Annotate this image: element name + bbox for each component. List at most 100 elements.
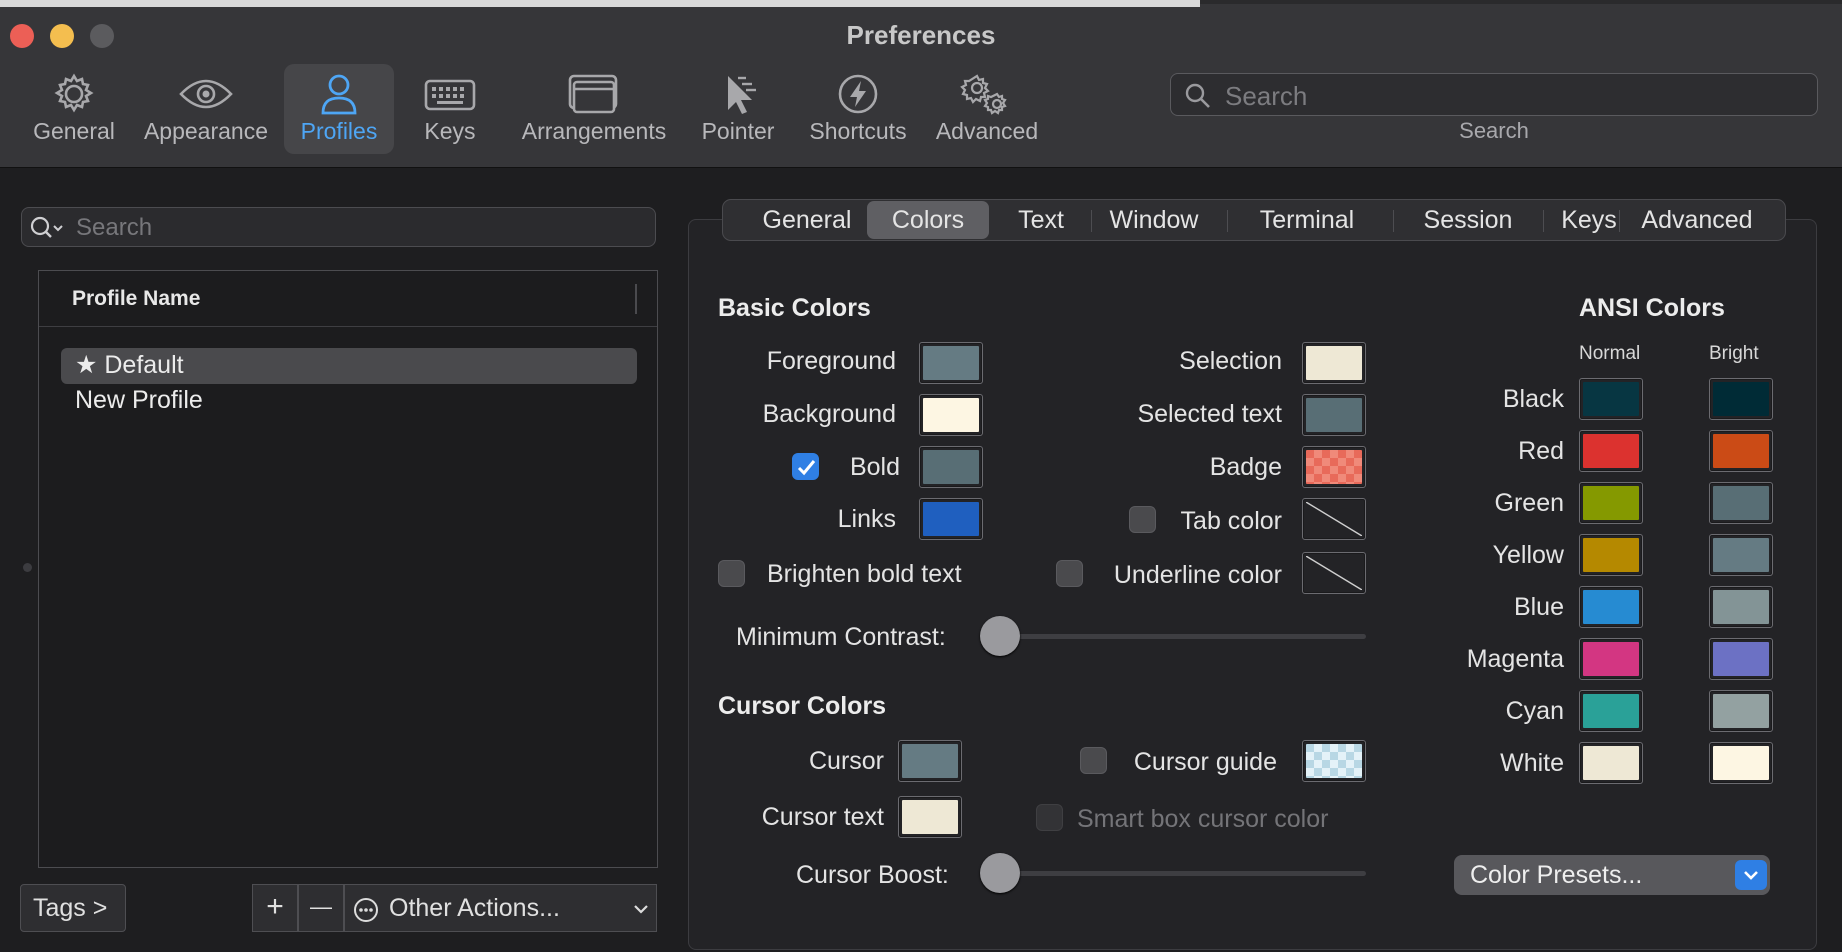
profile-search-input[interactable]: Search xyxy=(21,207,656,247)
ellipsis-circle-icon xyxy=(354,898,378,922)
swatch xyxy=(923,450,979,484)
column-divider[interactable] xyxy=(635,284,637,314)
tab-divider xyxy=(1543,210,1544,232)
tab-session[interactable]: Session xyxy=(1395,200,1541,240)
toolbar-advanced[interactable]: Advanced xyxy=(932,64,1042,154)
brighten-bold-checkbox[interactable] xyxy=(718,560,745,587)
selected-text-color-well[interactable] xyxy=(1302,394,1366,436)
badge-label: Badge xyxy=(1209,453,1282,481)
links-color-well[interactable] xyxy=(919,498,983,540)
toolbar-arrangements[interactable]: Arrangements xyxy=(516,64,672,154)
minimum-contrast-label: Minimum Contrast: xyxy=(736,623,946,651)
smart-box-cursor-label: Smart box cursor color xyxy=(1077,805,1329,833)
tab-text[interactable]: Text xyxy=(993,200,1089,240)
swatch xyxy=(1583,538,1639,572)
tab-color-well[interactable] xyxy=(1302,498,1366,540)
profile-row-default[interactable]: ★ Default xyxy=(75,350,184,380)
table-header: Profile Name xyxy=(39,271,657,327)
profile-row-new-profile[interactable]: New Profile xyxy=(75,386,203,415)
toolbar-pointer[interactable]: Pointer xyxy=(692,64,784,154)
popup-arrow xyxy=(1735,860,1767,890)
tab-divider xyxy=(1619,210,1620,232)
swatch xyxy=(1306,398,1362,432)
ansi-blue-normal-well[interactable] xyxy=(1579,586,1643,628)
gears-icon xyxy=(960,74,1007,115)
bold-label: Bold xyxy=(849,453,900,481)
toolbar-shortcuts[interactable]: Shortcuts xyxy=(804,64,912,154)
tab-color-checkbox[interactable] xyxy=(1129,506,1156,533)
toolbar-label: General xyxy=(33,118,115,144)
ansi-red-normal-well[interactable] xyxy=(1579,430,1643,472)
cursor-guide-checkbox[interactable] xyxy=(1080,747,1107,774)
ansi-green-bright-well[interactable] xyxy=(1709,482,1773,524)
cursor-label: Cursor xyxy=(808,747,884,775)
swatch xyxy=(1583,694,1639,728)
ansi-white-bright-well[interactable] xyxy=(1709,742,1773,784)
toolbar-label: Profiles xyxy=(300,118,378,144)
foreground-color-well[interactable] xyxy=(919,342,983,384)
swatch xyxy=(1713,590,1769,624)
tab-divider xyxy=(1091,210,1092,232)
swatch xyxy=(1713,642,1769,676)
search-icon xyxy=(30,216,63,238)
remove-profile-button[interactable]: — xyxy=(298,884,344,932)
underline-color-label: Underline color xyxy=(1113,561,1282,589)
split-handle[interactable] xyxy=(23,563,32,572)
tab-terminal[interactable]: Terminal xyxy=(1231,200,1383,240)
ansi-cyan-bright-well[interactable] xyxy=(1709,690,1773,732)
bolt-icon xyxy=(838,74,878,114)
tab-divider xyxy=(1227,210,1228,232)
ansi-black-normal-well[interactable] xyxy=(1579,378,1643,420)
minimum-contrast-track[interactable] xyxy=(1000,634,1366,639)
underline-color-checkbox[interactable] xyxy=(1056,560,1083,587)
ansi-magenta-normal-well[interactable] xyxy=(1579,638,1643,680)
selection-label: Selection xyxy=(1179,347,1282,375)
cursor-guide-color-well[interactable] xyxy=(1302,740,1366,782)
keyboard-icon xyxy=(424,79,476,111)
column-header-profile-name[interactable]: Profile Name xyxy=(72,287,200,311)
add-profile-button[interactable]: + xyxy=(252,884,298,932)
toolbar-general[interactable]: General xyxy=(28,64,120,154)
cursor-boost-slider[interactable] xyxy=(980,853,1020,893)
ansi-cyan-normal-well[interactable] xyxy=(1579,690,1643,732)
badge-color-well[interactable] xyxy=(1302,446,1366,488)
ansi-blue-bright-well[interactable] xyxy=(1709,586,1773,628)
minimum-contrast-slider[interactable] xyxy=(980,616,1020,656)
bold-checkbox[interactable] xyxy=(792,453,819,480)
ansi-black-bright-well[interactable] xyxy=(1709,378,1773,420)
tags-button[interactable]: Tags > xyxy=(20,884,126,932)
ansi-label-yellow: Yellow xyxy=(1492,541,1564,569)
tab-colors[interactable]: Colors xyxy=(867,201,989,239)
background-color-well[interactable] xyxy=(919,394,983,436)
underline-color-well[interactable] xyxy=(1302,552,1366,594)
search-icon xyxy=(1185,83,1210,108)
cursor-color-well[interactable] xyxy=(898,740,962,782)
tab-window[interactable]: Window xyxy=(1093,200,1215,240)
bold-color-well[interactable] xyxy=(919,446,983,488)
ansi-red-bright-well[interactable] xyxy=(1709,430,1773,472)
ansi-magenta-bright-well[interactable] xyxy=(1709,638,1773,680)
color-presets-label: Color Presets... xyxy=(1470,861,1643,889)
smart-box-cursor-checkbox[interactable] xyxy=(1036,804,1063,831)
swatch xyxy=(923,502,979,536)
other-actions-menu[interactable]: Other Actions... xyxy=(344,884,657,932)
ansi-yellow-bright-well[interactable] xyxy=(1709,534,1773,576)
cursor-text-label: Cursor text xyxy=(761,803,884,831)
toolbar-profiles[interactable]: Profiles xyxy=(284,64,394,154)
toolbar-appearance[interactable]: Appearance xyxy=(140,64,272,154)
ansi-yellow-normal-well[interactable] xyxy=(1579,534,1643,576)
toolbar-keys[interactable]: Keys xyxy=(410,64,490,154)
no-color-icon xyxy=(1306,502,1362,536)
cursor-text-color-well[interactable] xyxy=(898,796,962,838)
search-input[interactable]: Search xyxy=(1170,73,1818,116)
swatch xyxy=(1583,642,1639,676)
color-presets-popup[interactable]: Color Presets... xyxy=(1454,855,1770,895)
tab-advanced[interactable]: Advanced xyxy=(1621,200,1773,240)
ansi-white-normal-well[interactable] xyxy=(1579,742,1643,784)
selection-color-well[interactable] xyxy=(1302,342,1366,384)
brighten-bold-label: Brighten bold text xyxy=(767,560,962,588)
ansi-green-normal-well[interactable] xyxy=(1579,482,1643,524)
cursor-boost-track[interactable] xyxy=(1000,871,1366,876)
swatch xyxy=(1713,434,1769,468)
tab-general[interactable]: General xyxy=(735,200,879,240)
